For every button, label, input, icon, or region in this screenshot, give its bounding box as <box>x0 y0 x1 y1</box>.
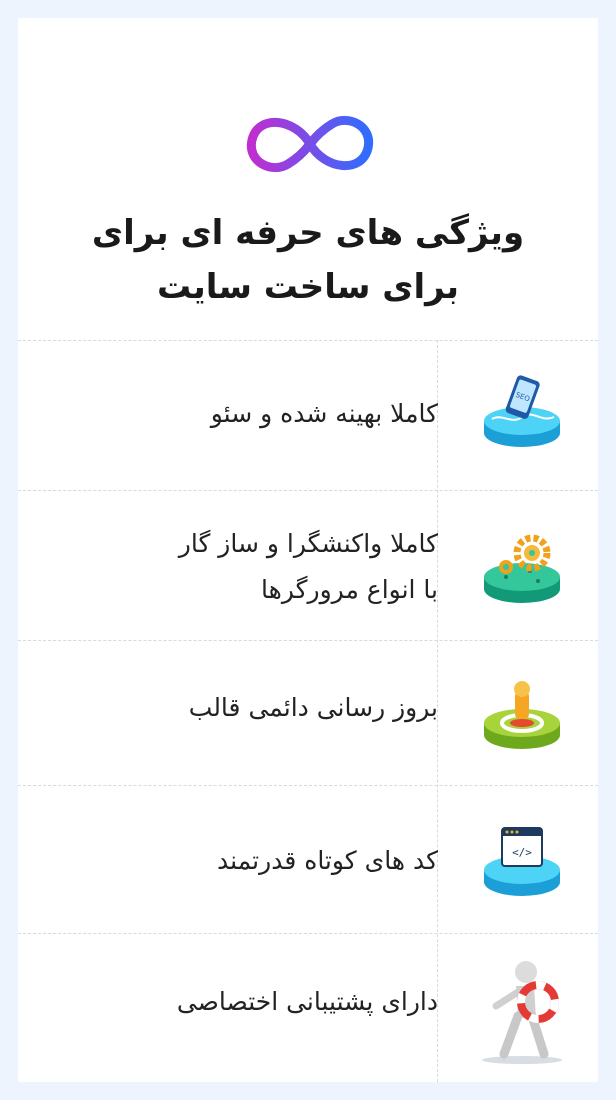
support-runner-icon <box>482 961 562 1064</box>
infinity-logo-icon <box>246 115 374 173</box>
update-refresh-icon <box>484 681 560 749</box>
gears-icon <box>484 534 560 603</box>
feature-text-line-1: کاملا واکنشگرا و ساز گار <box>178 529 438 558</box>
feature-text: کاملا بهینه شده و سئو <box>210 399 438 428</box>
feature-text: بروز رسانی دائمی قالب <box>188 693 438 722</box>
feature-text: دارای پشتیبانی اختصاصی <box>176 987 438 1016</box>
feature-text-line-2: با انواع مرورگرها <box>261 575 438 604</box>
feature-text: کاملا واکنشگرا و ساز گار با انواع مرورگر… <box>28 521 438 613</box>
feature-row-shortcodes: کد های کوتاه قدرتمند </> <box>18 785 598 934</box>
svg-text:</>: </> <box>512 846 532 859</box>
feature-row-update: بروز رسانی دائمی قالب <box>18 640 598 786</box>
code-window-icon: </> <box>484 827 560 896</box>
feature-text: کد های کوتاه قدرتمند <box>217 846 438 875</box>
title-line-1: ویژگی های حرفه ای برای <box>91 213 525 253</box>
feature-row-support: دارای پشتیبانی اختصاصی <box>18 933 598 1083</box>
features-card: ویژگی های حرفه ای برای برای ساخت سایت کا… <box>18 18 598 1082</box>
seo-phone-icon: SEO <box>484 375 560 447</box>
feature-row-responsive: کاملا واکنشگرا و ساز گار با انواع مرورگر… <box>18 490 598 641</box>
title-line-2: برای ساخت سایت <box>156 267 460 307</box>
feature-row-seo: کاملا بهینه شده و سئو SEO <box>18 340 598 491</box>
page-title: ویژگی های حرفه ای برای برای ساخت سایت <box>58 206 558 314</box>
